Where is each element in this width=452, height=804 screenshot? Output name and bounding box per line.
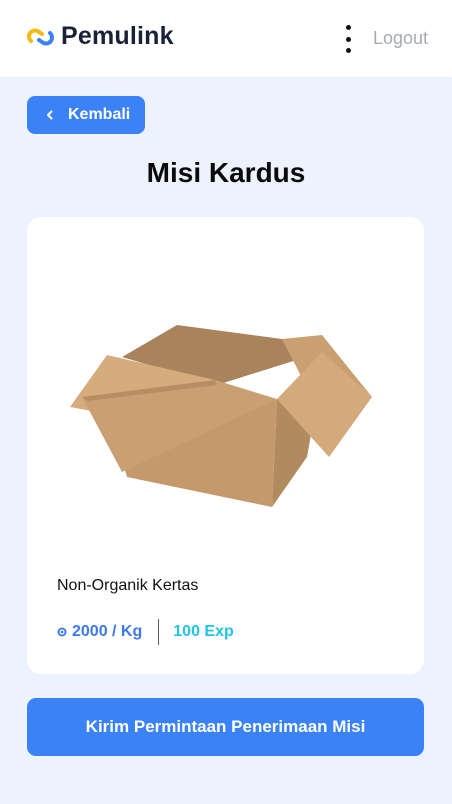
logout-link[interactable]: Logout [373,28,428,49]
mission-price: 2000 / Kg [72,623,143,640]
cardboard-box-image [70,325,372,507]
mission-category: Non-Organik Kertas [57,577,199,594]
brand-name: Pemulink [61,22,174,50]
coin-icon [57,627,67,637]
back-button-label: Kembali [68,106,131,123]
app-logo[interactable]: Pemulink [27,22,174,51]
mission-stats: 2000 / Kg 100 Exp [57,619,234,645]
stats-divider [158,619,160,645]
kebab-menu-icon[interactable] [340,25,356,53]
chevron-left-icon [47,110,53,120]
chain-link-icon [27,28,54,45]
mission-exp: 100 Exp [173,623,234,640]
page-title: Misi Kardus [146,157,306,188]
back-button[interactable]: Kembali [27,96,145,134]
app-header: Pemulink Logout [0,0,452,77]
mission-card: Non-Organik Kertas 2000 / Kg 100 Exp [27,217,424,674]
submit-mission-request-button[interactable]: Kirim Permintaan Penerimaan Misi [27,698,424,756]
